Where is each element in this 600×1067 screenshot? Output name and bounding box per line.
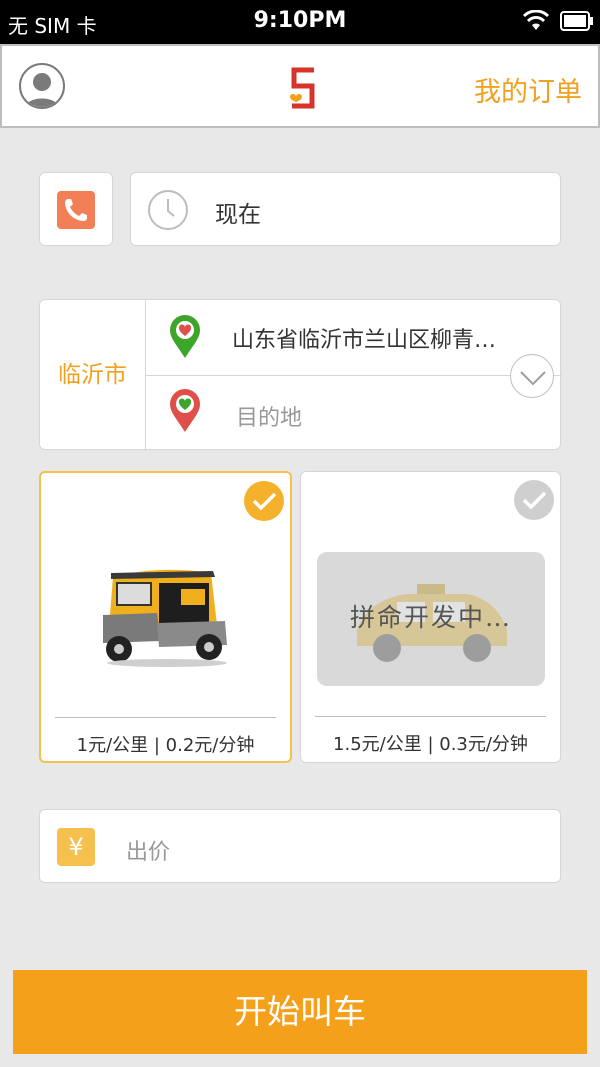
vehicle-price: 1.5元/公里 | 0.3元/分钟 <box>333 734 528 755</box>
app-header: 我的订单 <box>0 44 600 128</box>
chevron-down-icon <box>520 371 546 386</box>
rickshaw-icon <box>103 569 227 667</box>
bid-input[interactable]: 出价 <box>126 834 170 866</box>
clock-icon <box>148 190 188 230</box>
coming-soon-text: 拼命开发中… <box>349 603 512 632</box>
destination-field[interactable]: 目的地 <box>236 400 302 432</box>
vehicle-price: 1元/公里 | 0.2元/分钟 <box>76 735 255 756</box>
destination-pin-icon <box>170 389 200 432</box>
origin-pin-icon <box>170 315 200 358</box>
my-orders-link[interactable]: 我的订单 <box>474 70 582 109</box>
vehicle-divider <box>55 717 276 718</box>
vehicle-option-taxi[interactable]: 拼命开发中… 1.5元/公里 | 0.3元/分钟 <box>300 471 561 763</box>
start-call-button[interactable]: 开始叫车 <box>13 970 587 1054</box>
phone-button[interactable] <box>39 172 113 246</box>
checked-icon <box>244 481 284 521</box>
bid-field[interactable]: ¥ 出价 <box>39 809 561 883</box>
time-selector[interactable]: 现在 <box>130 172 561 246</box>
vehicle-option-rickshaw[interactable]: 1元/公里 | 0.2元/分钟 <box>39 471 292 763</box>
battery-icon <box>560 11 593 31</box>
vehicle-divider <box>315 716 546 717</box>
expand-button[interactable] <box>510 354 554 398</box>
user-avatar-icon[interactable] <box>19 63 65 109</box>
coming-soon-overlay: 拼命开发中… <box>317 552 545 686</box>
s-logo-icon <box>290 67 315 109</box>
route-divider <box>146 375 562 376</box>
unchecked-icon <box>514 480 554 520</box>
phone-icon <box>57 191 95 229</box>
route-card: 临沂市 山东省临沂市兰山区柳青… 目的地 <box>39 299 562 451</box>
time-value: 现在 <box>215 202 261 228</box>
wifi-icon <box>522 10 550 30</box>
status-bar: 无 SIM 卡 9:10PM <box>0 0 600 44</box>
city-selector[interactable]: 临沂市 <box>40 300 146 451</box>
yen-icon: ¥ <box>57 828 95 866</box>
origin-field[interactable]: 山东省临沂市兰山区柳青… <box>232 322 496 354</box>
status-time: 9:10PM <box>253 8 347 33</box>
